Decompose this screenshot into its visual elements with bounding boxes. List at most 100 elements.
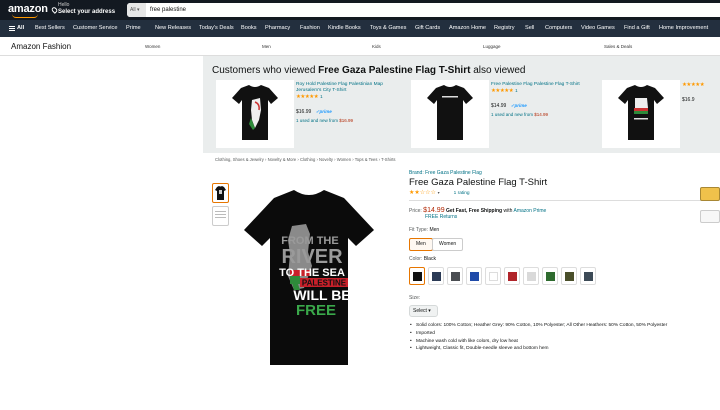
- deliver-to[interactable]: Hello Select your address: [58, 2, 115, 16]
- shirt-text-line: RIVER: [281, 246, 343, 268]
- color-swatch[interactable]: [428, 267, 444, 285]
- image-thumbnails: [212, 183, 229, 229]
- product-thumbnail[interactable]: [216, 80, 294, 148]
- card-price: $14.99: [491, 103, 507, 109]
- hamburger-menu-icon[interactable]: [9, 26, 15, 31]
- also-viewed-section: Customers who viewed Free Gaza Palestine…: [203, 56, 720, 153]
- amazon-logo[interactable]: amazon: [8, 3, 48, 18]
- tshirt-thumb-icon: [215, 186, 226, 200]
- prime-badge-icon: ✓prime: [510, 103, 527, 108]
- nav-item-sell[interactable]: Sell: [525, 20, 534, 37]
- free-returns-link[interactable]: FREE Returns: [425, 214, 457, 220]
- tshirt-image: [427, 85, 473, 140]
- nav-item-best-sellers[interactable]: Best Sellers: [35, 20, 65, 37]
- add-to-cart-button[interactable]: [700, 187, 720, 201]
- nav-item-fashion[interactable]: Fashion: [300, 20, 320, 37]
- nav-item-video-games[interactable]: Video Games: [581, 20, 615, 37]
- buy-box: [700, 170, 720, 410]
- card-used-offer[interactable]: 1 used and new from $14.99: [491, 112, 601, 117]
- subnav-women[interactable]: Women: [145, 37, 160, 56]
- fit-type-label: Fit Type: Men: [409, 227, 439, 233]
- left-pane: [0, 56, 203, 153]
- product-thumbnail[interactable]: [602, 80, 680, 148]
- list-item: Solid colors: 100% Cotton; Heather Grey:…: [409, 322, 709, 330]
- color-value: Black: [423, 256, 436, 262]
- shirt-text-line: TO THE SEA: [279, 267, 345, 279]
- color-swatch[interactable]: [447, 267, 463, 285]
- rating-count: 1: [515, 88, 518, 93]
- amazon-fashion-link[interactable]: Amazon Fashion: [11, 37, 71, 56]
- shirt-text-line: WILL BE: [293, 287, 350, 303]
- nav-item-pharmacy[interactable]: Pharmacy: [265, 20, 290, 37]
- nav-item-todays-deals[interactable]: Today's Deals: [199, 20, 234, 37]
- list-item: Imported: [409, 330, 709, 338]
- nav-item-registry[interactable]: Registry: [494, 20, 515, 37]
- size-chart-thumb-icon: [215, 211, 226, 218]
- nav-item-computers[interactable]: Computers: [545, 20, 572, 37]
- nav-item-prime[interactable]: Prime: [126, 20, 141, 37]
- also-viewed-card[interactable]: ★★★★★ $16.9: [602, 80, 720, 150]
- fit-option-women[interactable]: Women: [432, 238, 464, 251]
- price-row: Price: $14.99 Get Fast, Free Shipping wi…: [409, 207, 546, 220]
- color-label-text: Color:: [409, 256, 423, 262]
- size-select[interactable]: Select ▾: [409, 305, 438, 317]
- search-input[interactable]: free palestine: [150, 3, 186, 17]
- also-viewed-heading: Customers who viewed Free Gaza Palestine…: [212, 65, 525, 76]
- size-select-value: Select: [413, 308, 427, 314]
- fit-option-men[interactable]: Men: [409, 238, 433, 251]
- product-rating[interactable]: ★★☆☆☆ ▾ 1 rating: [409, 189, 715, 196]
- color-swatch[interactable]: [542, 267, 558, 285]
- image-thumbnail[interactable]: [212, 183, 229, 203]
- subnav-men[interactable]: Men: [262, 37, 271, 56]
- subnav-luggage[interactable]: Luggage: [483, 37, 501, 56]
- chevron-down-icon: ▾: [428, 308, 431, 314]
- chevron-down-icon[interactable]: ▾: [438, 190, 440, 195]
- nav-item-gift-cards[interactable]: Gift Cards: [415, 20, 440, 37]
- color-swatch[interactable]: [561, 267, 577, 285]
- fashion-subnav: Amazon Fashion Women Men Kids Luggage Sa…: [0, 37, 720, 56]
- main-nav: All Best Sellers Customer Service Prime …: [0, 20, 720, 37]
- subnav-sales-deals[interactable]: Sales & Deals: [604, 37, 632, 56]
- ratings-link[interactable]: 1 rating: [454, 191, 470, 196]
- logo-smile-icon: [12, 14, 38, 18]
- tshirt-image: [232, 85, 278, 140]
- color-swatch[interactable]: [523, 267, 539, 285]
- nav-item-home-improvement[interactable]: Home Improvement: [659, 20, 708, 37]
- color-swatch[interactable]: [504, 267, 520, 285]
- nav-item-amazon-home[interactable]: Amazon Home: [449, 20, 486, 37]
- nav-item-find-a-gift[interactable]: Find a Gift: [624, 20, 650, 37]
- tshirt-image: FROM THE RIVER TO THE SEA PALESTINE WILL…: [244, 190, 374, 365]
- color-swatch[interactable]: [466, 267, 482, 285]
- product-title: Free Gaza Palestine Flag T-Shirt: [409, 177, 548, 188]
- nav-item-kindle-books[interactable]: Kindle Books: [328, 20, 361, 37]
- nav-item-books[interactable]: Books: [241, 20, 257, 37]
- used-price: $16.99: [339, 118, 354, 123]
- nav-item-toys-games[interactable]: Toys & Games: [370, 20, 406, 37]
- card-title[interactable]: Roy Hold Palestine Flag Palestinian Map …: [296, 82, 406, 94]
- star-rating-icon: ★★☆☆☆: [409, 190, 436, 196]
- color-label: Color: Black: [409, 256, 436, 262]
- product-thumbnail[interactable]: [411, 80, 489, 148]
- tshirt-image: [618, 85, 664, 140]
- price-value: $14.99: [423, 207, 445, 214]
- card-price: $16.9: [682, 97, 695, 103]
- breadcrumb[interactable]: Clothing, Shoes & Jewelry › Novelty & Mo…: [215, 157, 396, 162]
- nav-item-new-releases[interactable]: New Releases: [155, 20, 191, 37]
- deliver-address: Select your address: [58, 9, 116, 15]
- nav-all[interactable]: All: [17, 20, 24, 37]
- main-product-image[interactable]: FROM THE RIVER TO THE SEA PALESTINE WILL…: [244, 190, 374, 365]
- amazon-prime-link[interactable]: Amazon Prime: [514, 208, 547, 214]
- search-category-select[interactable]: All ▾: [127, 3, 146, 17]
- card-used-offer[interactable]: 1 used and new from $16.99: [296, 118, 406, 123]
- also-viewed-product: Free Gaza Palestine Flag T-Shirt: [318, 65, 471, 76]
- price-label: Price:: [409, 208, 422, 214]
- brand-link[interactable]: Brand: Free Gaza Palestine Flag: [409, 170, 715, 176]
- add-to-list-button[interactable]: [700, 210, 720, 223]
- list-item: Lightweight, Classic fit, Double-needle …: [409, 345, 709, 353]
- image-thumbnail[interactable]: [212, 206, 229, 226]
- color-swatch[interactable]: [485, 267, 501, 285]
- nav-item-customer-service[interactable]: Customer Service: [73, 20, 117, 37]
- subnav-kids[interactable]: Kids: [372, 37, 381, 56]
- color-swatch[interactable]: [580, 267, 596, 285]
- color-swatch[interactable]: [409, 267, 425, 285]
